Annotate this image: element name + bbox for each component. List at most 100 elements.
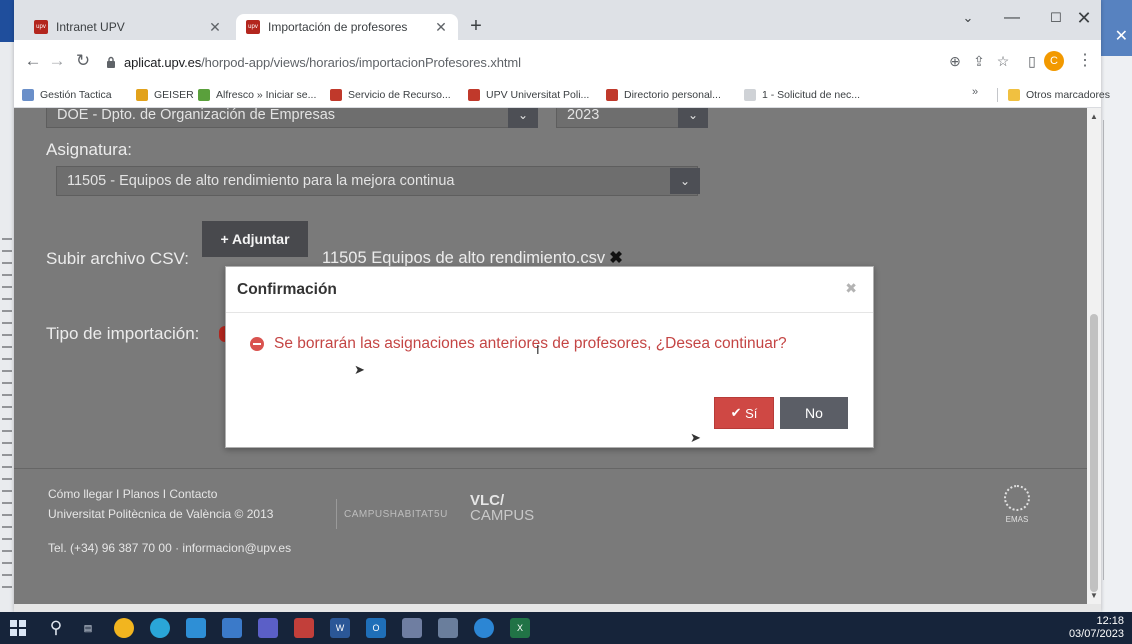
app-icon[interactable] bbox=[474, 618, 494, 638]
address-bar[interactable]: aplicat.upv.es/horpod-app/views/horarios… bbox=[98, 48, 990, 76]
footer-copyright: Universitat Politècnica de València © 20… bbox=[48, 507, 274, 521]
bookmark-directorio-personal[interactable]: Directorio personal... bbox=[606, 86, 721, 104]
dialog-message: Se borrarán las asignaciones anteriores … bbox=[250, 335, 787, 353]
bookmark-solicitud[interactable]: 1 - Solicitud de nec... bbox=[744, 86, 860, 104]
close-tab-icon[interactable]: ✕ bbox=[432, 19, 450, 36]
folder-icon bbox=[1008, 89, 1020, 101]
pointer-cursor-icon: ➤ bbox=[690, 430, 701, 445]
pointer-cursor-icon: ➤ bbox=[354, 362, 365, 377]
remove-file-icon[interactable]: ✖ bbox=[609, 249, 623, 267]
bookmark-icon bbox=[22, 89, 34, 101]
error-minus-icon bbox=[250, 337, 264, 351]
close-icon[interactable]: ✖ bbox=[845, 280, 857, 297]
upload-label: Subir archivo CSV: bbox=[46, 249, 189, 268]
excel-icon[interactable]: X bbox=[510, 618, 530, 638]
bookmark-geiser[interactable]: GEISER bbox=[136, 86, 194, 104]
uploaded-file: 11505 Equipos de alto rendimiento.csv ✖ bbox=[322, 249, 623, 267]
taskbar: ⚲ ▤ W O X 12:18 03/07/2023 bbox=[0, 612, 1132, 644]
chevron-down-icon[interactable]: ⌄ bbox=[670, 168, 700, 194]
windows-start-icon[interactable] bbox=[10, 620, 26, 636]
forward-arrow-icon[interactable]: → bbox=[46, 50, 68, 72]
subject-label: Asignatura: bbox=[46, 140, 132, 159]
bookmark-icon bbox=[198, 89, 210, 101]
close-window-icon[interactable]: ✕ bbox=[1062, 4, 1106, 32]
profile-avatar[interactable]: C bbox=[1044, 51, 1064, 71]
dialog-title: Confirmación bbox=[237, 281, 337, 298]
bookmark-icon bbox=[468, 89, 480, 101]
word-icon[interactable]: W bbox=[330, 618, 350, 638]
minimize-icon[interactable]: — bbox=[990, 4, 1034, 32]
footer-contact: Tel. (+34) 96 387 70 00 · informacion@up… bbox=[48, 541, 292, 555]
share-icon[interactable]: ⇪ bbox=[968, 50, 990, 72]
upv-favicon-icon: upv bbox=[34, 20, 48, 34]
search-icon[interactable]: ⚲ bbox=[46, 618, 66, 638]
side-panel-icon[interactable]: ▯ bbox=[1021, 50, 1043, 72]
campus-habitat-text: CAMPUSHABITAT5U bbox=[344, 509, 448, 520]
tab-importacion-profesores[interactable]: upv Importación de profesores ✕ bbox=[236, 14, 458, 40]
bookmark-icon bbox=[744, 89, 756, 101]
bookmark-icon bbox=[330, 89, 342, 101]
edge-icon[interactable] bbox=[150, 618, 170, 638]
bookmark-alfresco[interactable]: Alfresco » Iniciar se... bbox=[198, 86, 316, 104]
bookmark-otros-marcadores[interactable]: Otros marcadores bbox=[1008, 86, 1110, 104]
file-explorer-icon[interactable] bbox=[186, 618, 206, 638]
calculator-icon[interactable] bbox=[438, 618, 458, 638]
emas-logo: EMAS bbox=[994, 483, 1040, 551]
outlook-icon[interactable]: O bbox=[366, 618, 386, 638]
tab-strip: upv Intranet UPV ✕ upv Importación de pr… bbox=[14, 0, 1101, 40]
no-button[interactable]: No bbox=[780, 397, 848, 429]
todo-icon[interactable] bbox=[222, 618, 242, 638]
url-text: aplicat.upv.es/horpod-app/views/horarios… bbox=[124, 54, 521, 70]
upv-favicon-icon: upv bbox=[246, 20, 260, 34]
back-arrow-icon[interactable]: ← bbox=[22, 50, 44, 72]
system-clock[interactable]: 12:18 03/07/2023 bbox=[1069, 615, 1124, 641]
import-type-label: Tipo de importación: bbox=[46, 324, 200, 343]
close-tab-icon[interactable]: ✕ bbox=[206, 19, 224, 36]
app-icon[interactable] bbox=[402, 618, 422, 638]
tab-label: Intranet UPV bbox=[56, 20, 125, 34]
page-footer: Cómo llegar I Planos I Contacto Universi… bbox=[14, 468, 1087, 604]
chrome-icon[interactable] bbox=[114, 618, 134, 638]
horizontal-scrollbar[interactable] bbox=[14, 604, 1101, 612]
vertical-scrollbar[interactable]: ▲ ▼ bbox=[1087, 108, 1101, 604]
browser-toolbar: ← → ↻ aplicat.upv.es/horpod-app/views/ho… bbox=[14, 40, 1101, 82]
bookmark-servicio-recursos[interactable]: Servicio de Recurso... bbox=[330, 86, 451, 104]
yes-button[interactable]: ✔ Sí bbox=[714, 397, 774, 429]
lock-icon[interactable] bbox=[104, 55, 118, 69]
chevron-down-icon[interactable]: ⌄ bbox=[508, 108, 538, 128]
kebab-menu-icon[interactable]: ⋮ bbox=[1074, 50, 1096, 72]
bookmark-star-icon[interactable]: ☆ bbox=[992, 50, 1014, 72]
scrollbar-thumb[interactable] bbox=[1090, 314, 1098, 592]
teams-icon[interactable] bbox=[258, 618, 278, 638]
tab-label: Importación de profesores bbox=[268, 20, 408, 34]
scroll-down-icon[interactable]: ▼ bbox=[1090, 591, 1098, 600]
subject-select[interactable]: 11505 - Equipos de alto rendimiento para… bbox=[56, 166, 698, 196]
text-cursor-icon: Ι bbox=[536, 342, 540, 357]
app-icon[interactable] bbox=[294, 618, 314, 638]
attach-button[interactable]: + Adjuntar bbox=[202, 221, 308, 257]
reload-icon[interactable]: ↻ bbox=[72, 50, 94, 72]
new-tab-icon[interactable]: + bbox=[466, 16, 486, 36]
footer-links[interactable]: Cómo llegar I Planos I Contacto bbox=[48, 487, 217, 501]
dialog-header: Confirmación ✖ bbox=[226, 267, 873, 313]
tab-intranet-upv[interactable]: upv Intranet UPV ✕ bbox=[24, 14, 232, 40]
bookmark-icon bbox=[606, 89, 618, 101]
background-close-icon: ✕ bbox=[1114, 28, 1128, 45]
bookmark-gestion-tactica[interactable]: Gestión Tactica bbox=[22, 86, 112, 104]
tab-search-chevron-icon[interactable]: ⌄ bbox=[946, 4, 990, 32]
bookmarks-overflow-icon[interactable]: » bbox=[972, 86, 978, 98]
chevron-down-icon[interactable]: ⌄ bbox=[678, 108, 708, 128]
check-icon: ✔ bbox=[730, 405, 746, 420]
bookmarks-bar: Gestión Tactica GEISER Alfresco » Inicia… bbox=[14, 82, 1110, 108]
bookmark-upv-universitat[interactable]: UPV Universitat Poli... bbox=[468, 86, 589, 104]
zoom-icon[interactable]: ⊕ bbox=[944, 50, 966, 72]
department-select[interactable]: DOE - Dpto. de Organización de Empresas bbox=[46, 108, 538, 128]
task-view-icon[interactable]: ▤ bbox=[78, 618, 98, 638]
bookmark-icon bbox=[136, 89, 148, 101]
confirmation-dialog: Confirmación ✖ Se borrarán las asignacio… bbox=[225, 266, 874, 448]
scroll-up-icon[interactable]: ▲ bbox=[1090, 112, 1098, 121]
emas-emblem-icon bbox=[1004, 485, 1030, 511]
screen: ✕ upv Intranet UPV ✕ upv Importación de … bbox=[0, 0, 1132, 644]
page-content: DOE - Dpto. de Organización de Empresas … bbox=[14, 108, 1087, 604]
bookmarks-separator bbox=[997, 88, 998, 102]
